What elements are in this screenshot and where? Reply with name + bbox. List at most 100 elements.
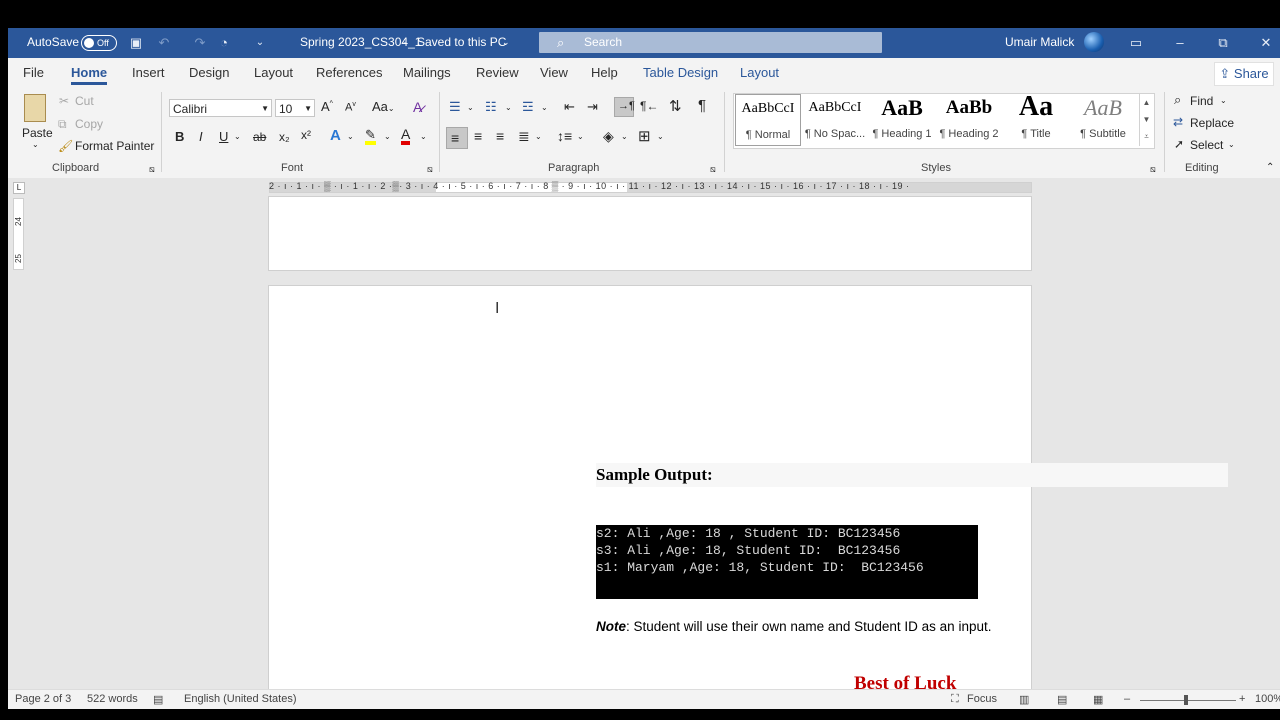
justify-dropdown-icon[interactable]: ⌄ — [535, 132, 542, 141]
font-color-dropdown-icon[interactable]: ⌄ — [420, 132, 427, 141]
language[interactable]: English (United States) — [184, 693, 297, 705]
style-heading-1[interactable]: AaB ¶ Heading 1 — [869, 94, 935, 146]
align-right-icon[interactable]: ≡ — [496, 128, 504, 144]
ltr-direction-button[interactable]: →¶ — [614, 97, 635, 117]
print-layout-icon[interactable]: ▤ — [1057, 693, 1067, 706]
align-left-button[interactable]: ≡ — [446, 127, 468, 149]
justify-icon[interactable]: ≣ — [518, 128, 530, 145]
tab-mailings[interactable]: Mailings — [403, 58, 451, 87]
clear-formatting-icon[interactable]: A̷ — [413, 99, 422, 115]
select-label[interactable]: Select — [1190, 138, 1223, 152]
find-dropdown-icon[interactable]: ⌄ — [1220, 96, 1227, 105]
subscript-button[interactable]: x₂ — [279, 130, 290, 144]
page-1-bottom[interactable] — [268, 196, 1032, 271]
style-subtitle[interactable]: AaB ¶ Subtitle — [1070, 94, 1136, 146]
touch-mode-icon[interactable]: ◔ — [215, 34, 233, 52]
paste-label[interactable]: Paste — [22, 126, 53, 140]
tab-review[interactable]: Review — [476, 58, 519, 87]
search-box[interactable]: ⌕ Search — [539, 32, 882, 53]
word-count[interactable]: 522 words — [87, 693, 138, 705]
focus-mode[interactable]: Focus — [967, 693, 997, 705]
share-button[interactable]: ⇪ Share — [1214, 62, 1274, 86]
copy-label[interactable]: Copy — [75, 117, 103, 131]
web-layout-icon[interactable]: ▦ — [1093, 693, 1103, 706]
tab-selector-icon[interactable]: L — [13, 182, 25, 194]
paste-button[interactable] — [21, 92, 51, 126]
ribbon-display-icon[interactable]: ▭ — [1127, 34, 1145, 52]
tab-insert[interactable]: Insert — [132, 58, 165, 87]
shading-dropdown-icon[interactable]: ⌄ — [621, 132, 628, 141]
vertical-ruler[interactable]: 24 25 — [13, 198, 24, 270]
autosave-toggle[interactable]: Off — [81, 35, 117, 51]
increase-indent-icon[interactable]: ⇥ — [587, 99, 598, 115]
tab-table-design[interactable]: Table Design — [643, 58, 718, 87]
close-icon[interactable]: ✕ — [1257, 34, 1275, 52]
font-size-combo[interactable]: 10 ▼ — [275, 99, 315, 117]
sample-output-heading[interactable]: Sample Output: — [596, 463, 1228, 487]
title-chevron-icon[interactable]: ⌄ — [502, 28, 510, 57]
grow-font-icon[interactable]: A^ — [321, 99, 333, 114]
note-paragraph[interactable]: Note: Student will use their own name an… — [596, 619, 991, 634]
select-dropdown-icon[interactable]: ⌄ — [1228, 140, 1235, 149]
paragraph-launcher-icon[interactable]: ⧅ — [710, 164, 716, 175]
rtl-icon[interactable]: ¶← — [640, 99, 658, 113]
page-count[interactable]: Page 2 of 3 — [15, 693, 71, 705]
clipboard-launcher-icon[interactable]: ⧅ — [149, 164, 155, 175]
numbering-dropdown-icon[interactable]: ⌄ — [505, 103, 512, 112]
scroll-down-icon[interactable]: ▼ — [1140, 111, 1153, 128]
page-2[interactable]: Sample Output: s2: Ali ,Age: 18 , Studen… — [268, 285, 1228, 705]
highlight-icon[interactable]: ✎ — [365, 128, 376, 145]
borders-dropdown-icon[interactable]: ⌄ — [657, 132, 664, 141]
multilevel-dropdown-icon[interactable]: ⌄ — [541, 103, 548, 112]
proofing-icon[interactable]: ▤ — [153, 693, 163, 706]
user-avatar[interactable] — [1084, 32, 1104, 52]
find-label[interactable]: Find — [1190, 94, 1213, 108]
read-mode-icon[interactable]: ▥ — [1019, 693, 1029, 706]
tab-references[interactable]: References — [316, 58, 382, 87]
line-spacing-dropdown-icon[interactable]: ⌄ — [577, 132, 584, 141]
zoom-slider[interactable] — [1140, 695, 1236, 705]
decrease-indent-icon[interactable]: ⇤ — [564, 99, 575, 115]
more-styles-icon[interactable]: ⩡ — [1140, 128, 1153, 145]
scroll-up-icon[interactable]: ▲ — [1140, 94, 1153, 111]
collapse-ribbon-icon[interactable]: ⌃ — [1266, 162, 1274, 173]
tab-view[interactable]: View — [540, 58, 568, 87]
zoom-in-icon[interactable]: + — [1239, 693, 1245, 705]
bold-button[interactable]: B — [175, 129, 184, 144]
tab-help[interactable]: Help — [591, 58, 618, 87]
undo-icon[interactable]: ↶ — [155, 34, 173, 52]
shrink-font-icon[interactable]: Av — [345, 101, 356, 114]
underline-dropdown-icon[interactable]: ⌄ — [234, 132, 241, 141]
user-name[interactable]: Umair Malick — [1005, 28, 1074, 57]
bullets-icon[interactable]: ☰ — [449, 99, 461, 115]
bullets-dropdown-icon[interactable]: ⌄ — [467, 103, 474, 112]
zoom-thumb[interactable] — [1184, 695, 1188, 705]
zoom-out-icon[interactable]: – — [1124, 693, 1130, 705]
numbering-icon[interactable]: ☷ — [485, 99, 497, 115]
borders-icon[interactable]: ⊞ — [638, 127, 651, 145]
text-effects-icon[interactable]: A — [330, 127, 341, 144]
styles-launcher-icon[interactable]: ⧅ — [1150, 164, 1156, 175]
multilevel-list-icon[interactable]: ☲ — [522, 99, 534, 115]
sort-icon[interactable]: ⇅ — [669, 97, 682, 115]
shading-icon[interactable]: ◈ — [603, 128, 614, 145]
tab-file[interactable]: File — [23, 58, 44, 87]
font-color-icon[interactable]: A — [401, 127, 411, 145]
customize-toolbar-icon[interactable]: ⌄ — [251, 34, 269, 52]
styles-scroll[interactable]: ▲ ▼ ⩡ — [1139, 94, 1153, 146]
font-name-combo[interactable]: Calibri ▼ — [169, 99, 272, 117]
tab-home[interactable]: Home — [71, 58, 108, 87]
font-launcher-icon[interactable]: ⧅ — [427, 164, 433, 175]
strikethrough-button[interactable]: ab — [253, 130, 266, 144]
italic-button[interactable]: I — [199, 129, 203, 144]
align-center-icon[interactable]: ≡ — [474, 128, 482, 144]
superscript-button[interactable]: x² — [301, 128, 311, 142]
redo-icon[interactable]: ↷ — [191, 34, 209, 52]
underline-button[interactable]: U — [219, 129, 228, 144]
line-spacing-icon[interactable]: ↕≡ — [557, 128, 572, 144]
format-painter-label[interactable]: Format Painter — [75, 139, 154, 153]
show-marks-icon[interactable]: ¶ — [698, 97, 706, 114]
highlight-dropdown-icon[interactable]: ⌄ — [384, 132, 391, 141]
restore-icon[interactable]: ⧉ — [1214, 34, 1232, 52]
save-status[interactable]: Saved to this PC — [417, 28, 506, 57]
